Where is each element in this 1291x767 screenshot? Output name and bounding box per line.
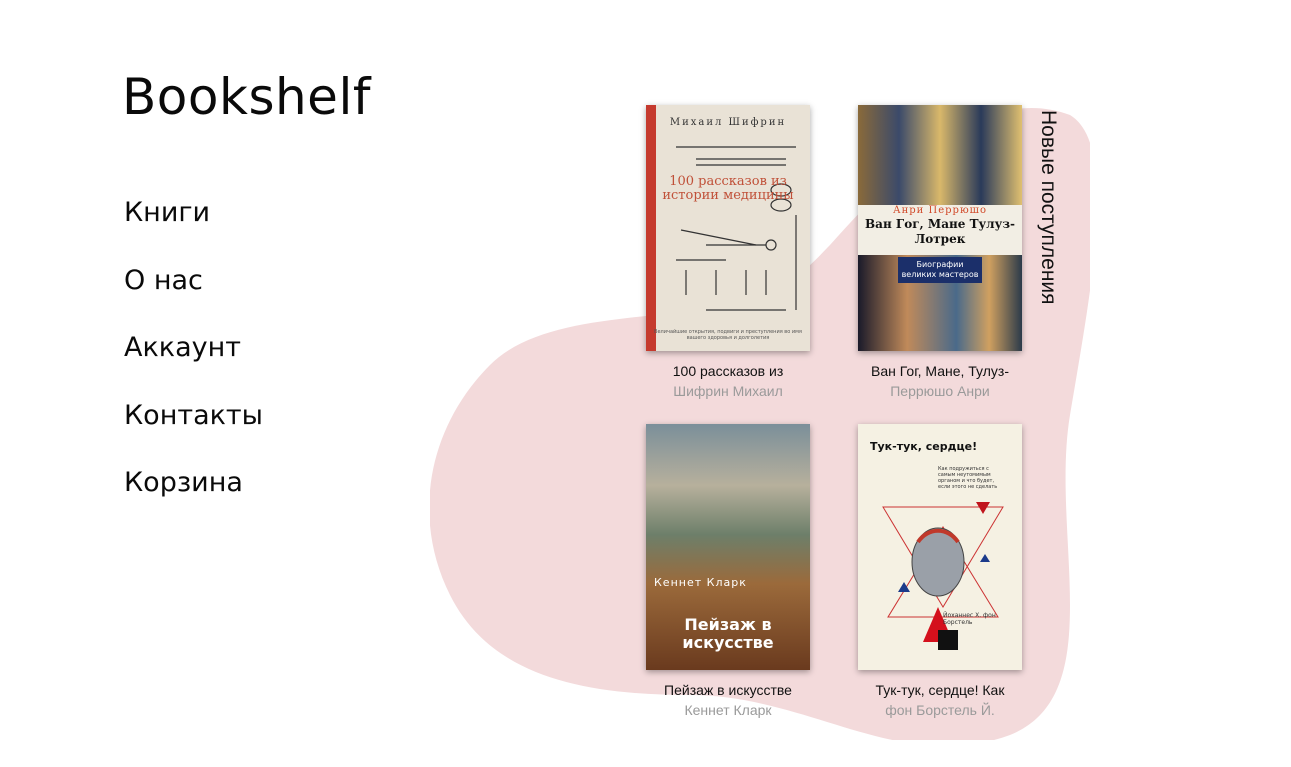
- book-title[interactable]: 100 рассказов из: [644, 361, 812, 381]
- cover-title: Тук-тук, сердце!: [870, 440, 978, 453]
- book-author: Шифрин Михаил: [673, 383, 783, 399]
- nav-item-about[interactable]: О нас: [124, 261, 263, 329]
- cover-tagline: Как подружиться с самым неутомимым орган…: [938, 466, 998, 490]
- cover-title: Ван Гог, Мане Тулуз-Лотрек: [865, 217, 1015, 246]
- book-cover[interactable]: Михаил Шифрин 100 рассказов из истории м…: [646, 105, 810, 351]
- book-title[interactable]: Ван Гог, Мане, Тулуз-: [856, 361, 1024, 381]
- cover-author: Михаил Шифрин: [669, 117, 787, 128]
- cover-author: Анри Перрюшо: [893, 205, 987, 216]
- main-nav: Книги О нас Аккаунт Контакты Корзина: [124, 193, 263, 531]
- nav-item-account[interactable]: Аккаунт: [124, 328, 263, 396]
- book-title[interactable]: Тук-тук, сердце! Как: [856, 680, 1024, 700]
- book-cover[interactable]: Кеннет Кларк Пейзаж в искусстве: [646, 424, 810, 670]
- cover-author: Кеннет Кларк: [654, 576, 747, 589]
- cover-tagline: Величайшие открытия, подвиги и преступле…: [654, 329, 802, 341]
- book-author: Перрюшо Анри: [890, 383, 990, 399]
- book-card[interactable]: Кеннет Кларк Пейзаж в искусстве Пейзаж в…: [644, 424, 812, 720]
- book-cover[interactable]: Анри Перрюшо Ван Гог, Мане Тулуз-Лотрек …: [858, 105, 1022, 351]
- book-cover[interactable]: Тук-тук, сердце! Как подружиться с самым…: [858, 424, 1022, 670]
- cover-author: Йоханнес Х. фон Борстель: [943, 612, 996, 626]
- cover-title: 100 рассказов из истории медицины: [662, 174, 794, 203]
- cover-series: Биографии великих мастеров: [898, 257, 982, 283]
- book-author: Кеннет Кларк: [684, 702, 772, 718]
- cover-title: Пейзаж в искусстве: [682, 615, 774, 652]
- book-card[interactable]: Тук-тук, сердце! Как подружиться с самым…: [856, 424, 1024, 720]
- book-card[interactable]: Михаил Шифрин 100 рассказов из истории м…: [644, 105, 812, 401]
- nav-item-contacts[interactable]: Контакты: [124, 396, 263, 464]
- site-logo[interactable]: Bookshelf: [122, 68, 371, 126]
- medical-instruments-icon: [676, 146, 797, 311]
- book-title[interactable]: Пейзаж в искусстве: [644, 680, 812, 700]
- cover-spine: [646, 105, 656, 351]
- book-card[interactable]: Анри Перрюшо Ван Гог, Мане Тулуз-Лотрек …: [856, 105, 1024, 401]
- section-title: Новые поступления: [1037, 110, 1060, 305]
- publisher-logo: [938, 630, 958, 650]
- book-author: фон Борстель Й.: [885, 702, 995, 718]
- nav-item-books[interactable]: Книги: [124, 193, 263, 261]
- nav-item-cart[interactable]: Корзина: [124, 463, 263, 531]
- painting-collage: [858, 105, 1022, 205]
